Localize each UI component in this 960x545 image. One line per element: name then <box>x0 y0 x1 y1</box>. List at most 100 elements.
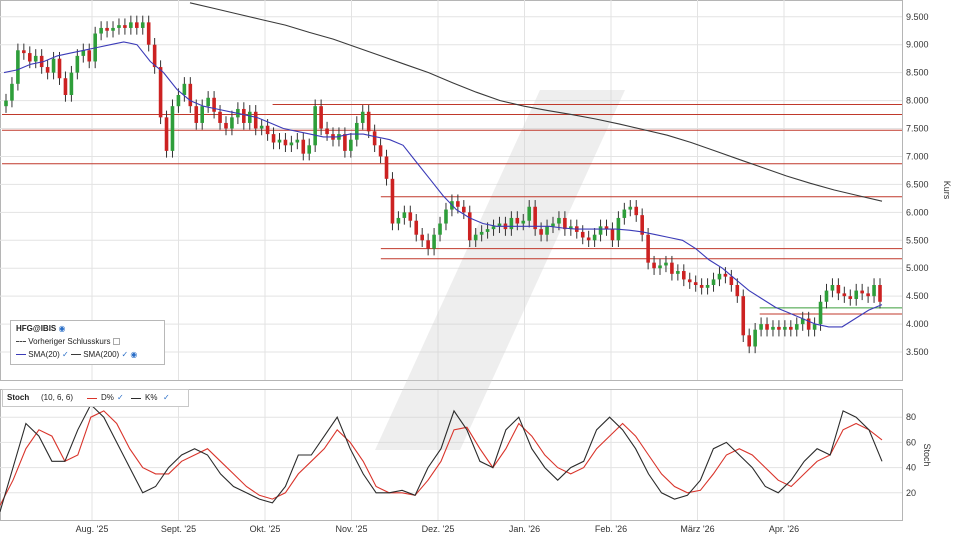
x-tick-label: Dez. '25 <box>422 524 455 534</box>
candle-body <box>866 293 870 297</box>
candle-body <box>658 265 662 269</box>
x-tick-label: Nov. '25 <box>335 524 367 534</box>
candle-body <box>753 329 757 347</box>
candle-body <box>289 142 294 146</box>
x-tick-label: Aug. '25 <box>76 524 109 534</box>
x-tick-label: Feb. '26 <box>595 524 627 534</box>
candle-body <box>705 285 710 288</box>
candle-body <box>194 106 199 123</box>
candle-body <box>515 217 520 224</box>
candle-body <box>634 206 639 216</box>
legend-sma20: SMA(20) <box>28 350 60 359</box>
stoch-k-label: K% <box>145 393 158 402</box>
candle-body <box>230 117 234 129</box>
candle-body <box>670 262 674 274</box>
candle-body <box>521 220 526 224</box>
candle-body <box>360 111 365 123</box>
stoch-tick-label: 60 <box>906 437 916 447</box>
globe-icon[interactable]: ◉ <box>130 350 137 359</box>
candle-body <box>479 231 484 235</box>
candle-body <box>384 156 389 179</box>
candle-body <box>485 229 490 232</box>
candle-body <box>372 131 377 146</box>
y-tick-label: 3.500 <box>906 347 929 357</box>
y-tick-label: 4.500 <box>906 291 929 301</box>
candle-body <box>444 209 448 224</box>
candle-body <box>259 125 264 129</box>
candle-body <box>111 27 115 31</box>
candle-body <box>396 217 401 224</box>
checkbox-icon[interactable] <box>112 338 120 346</box>
candle-body <box>438 223 442 235</box>
k-line-icon <box>131 398 141 399</box>
candle-body <box>206 97 210 107</box>
candle-body <box>563 217 567 230</box>
candle-body <box>854 290 859 299</box>
main-legend: HFG@IBIS ◉ Vorheriger Schlusskurs SMA(20… <box>10 320 165 365</box>
stoch-tick-label: 20 <box>906 488 916 498</box>
legend-symbol-row[interactable]: HFG@IBIS ◉ <box>16 323 65 335</box>
candle-body <box>212 97 216 112</box>
candle-body <box>771 326 775 330</box>
candle-body <box>848 296 853 299</box>
x-tick-label: Apr. '26 <box>769 524 799 534</box>
globe-icon[interactable]: ◉ <box>58 324 65 333</box>
candle-body <box>836 285 841 294</box>
candle-body <box>366 111 371 132</box>
candle-body <box>652 262 656 269</box>
candle-body <box>402 212 407 218</box>
check-icon[interactable]: ✓ <box>163 392 170 404</box>
y-tick-label: 7.000 <box>906 151 929 161</box>
candle-body <box>164 117 169 151</box>
candle-body <box>307 145 312 154</box>
candle-body <box>105 27 109 31</box>
candle-body <box>22 50 26 54</box>
stoch-params: (10, 6, 6) <box>41 393 74 402</box>
d-line-icon <box>87 398 97 399</box>
candle-body <box>777 326 781 330</box>
sma20-line-icon <box>16 354 26 356</box>
candle-body <box>789 326 793 330</box>
dashed-line-icon <box>16 341 26 343</box>
y-tick-label: 9.500 <box>906 12 929 22</box>
candle-body <box>545 226 549 235</box>
candle-body <box>824 290 829 302</box>
candle-body <box>129 22 133 28</box>
stoch-tick-label: 40 <box>906 463 916 473</box>
candle-body <box>117 25 121 28</box>
candle-body <box>765 324 769 330</box>
candle-body <box>687 279 692 283</box>
candle-body <box>491 226 496 230</box>
candle-body <box>75 55 80 73</box>
legend-prev-close-row[interactable]: Vorheriger Schlusskurs <box>16 336 120 348</box>
candle-body <box>176 95 181 107</box>
candle-body <box>188 83 193 107</box>
check-icon[interactable]: ✓ <box>117 392 124 404</box>
candle-body <box>414 220 419 235</box>
check-icon[interactable]: ✓ <box>62 350 69 359</box>
candle-body <box>343 134 347 151</box>
candle-body <box>51 58 56 73</box>
candle-body <box>759 324 763 330</box>
y-tick-label: 8.000 <box>906 96 929 106</box>
candle-body <box>527 206 532 221</box>
chart-area: Aug. '25 Sept. '25 Okt. '25 Nov. '25 Dez. '2… <box>0 0 960 540</box>
candle-body <box>63 78 68 95</box>
candle-body <box>283 139 288 146</box>
candle-body <box>16 50 20 84</box>
candle-body <box>408 212 413 221</box>
check-icon[interactable]: ✓ <box>121 350 128 359</box>
candle-body <box>830 285 835 291</box>
candle-body <box>33 55 38 62</box>
candle-body <box>349 139 353 151</box>
candle-body <box>860 290 864 294</box>
candle-body <box>57 58 62 79</box>
y-axis-label: Kurs <box>942 181 952 200</box>
legend-prev-close: Vorheriger Schlusskurs <box>28 337 111 346</box>
legend-symbol: HFG@IBIS <box>16 324 57 333</box>
x-tick-label: März '26 <box>680 524 714 534</box>
candle-body <box>735 285 740 297</box>
stoch-legend: Stoch (10, 6, 6) D% ✓ K% ✓ <box>2 389 189 407</box>
candle-body <box>711 279 716 285</box>
candle-body <box>432 234 436 249</box>
